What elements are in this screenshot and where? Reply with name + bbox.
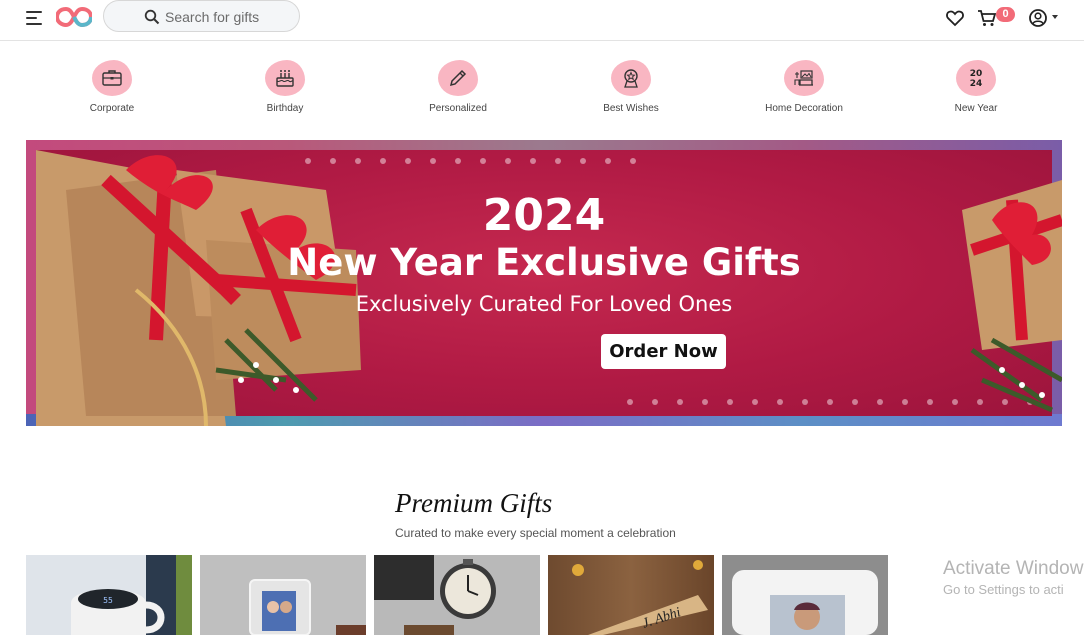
award-icon — [611, 60, 651, 96]
account-icon[interactable] — [1028, 8, 1048, 28]
category-label: Corporate — [89, 103, 135, 114]
banner-subtitle: Exclusively Curated For Loved Ones — [355, 292, 733, 316]
category-label: Personalized — [429, 103, 487, 114]
banner-year: 2024 — [482, 190, 606, 241]
category-best-wishes[interactable]: Best Wishes — [571, 55, 691, 114]
account-dropdown-caret-icon[interactable] — [1052, 15, 1058, 19]
section-title: Premium Gifts — [395, 488, 553, 518]
search-icon — [144, 9, 160, 25]
product-image — [200, 555, 366, 635]
category-home-decoration[interactable]: Home Decoration — [744, 55, 864, 114]
category-new-year[interactable]: 20 24 New Year — [916, 55, 1036, 114]
watermark-line-2: Go to Settings to acti — [943, 582, 1064, 597]
product-image: J. Abhi — [548, 555, 714, 635]
category-birthday[interactable]: Birthday — [225, 55, 345, 114]
category-label: Birthday — [266, 103, 304, 114]
wishlist-heart-icon[interactable] — [945, 8, 965, 28]
search-bar[interactable]: Search for gifts — [103, 0, 300, 32]
product-card-pocket-watch[interactable] — [374, 555, 540, 635]
cart-icon[interactable] — [977, 8, 997, 28]
briefcase-icon — [92, 60, 132, 96]
hamburger-menu-icon[interactable] — [26, 11, 46, 29]
brand-logo[interactable] — [56, 6, 92, 28]
watermark-line-1: Activate Window — [943, 558, 1084, 579]
category-personalized[interactable]: Personalized — [398, 55, 518, 114]
svg-text:24: 24 — [970, 79, 983, 89]
category-label: Best Wishes — [603, 103, 659, 114]
search-placeholder: Search for gifts — [165, 9, 260, 25]
2024-icon: 20 24 — [956, 60, 996, 96]
order-now-button[interactable]: Order Now — [601, 334, 726, 369]
pencil-icon — [438, 60, 478, 96]
home-decor-icon — [784, 60, 824, 96]
hero-banner[interactable]: 2024 New Year Exclusive Gifts Exclusivel… — [26, 140, 1062, 426]
product-card-acrylic-photo-frame[interactable] — [200, 555, 366, 635]
product-image: 55 — [26, 555, 192, 635]
product-card-wooden-name-plate[interactable]: J. Abhi — [548, 555, 714, 635]
svg-text:55: 55 — [103, 596, 113, 605]
category-label: New Year — [954, 103, 998, 114]
category-label: Home Decoration — [765, 103, 843, 114]
product-card-photo-cushion[interactable] — [722, 555, 888, 635]
category-corporate[interactable]: Corporate — [52, 55, 172, 114]
category-strip: Corporate Birthday Personalized Best Wis… — [26, 55, 1062, 119]
cake-icon — [265, 60, 305, 96]
product-image — [374, 555, 540, 635]
product-image — [722, 555, 888, 635]
top-header: Search for gifts 0 — [0, 0, 1084, 41]
cart-count-badge: 0 — [996, 7, 1015, 22]
section-subtitle: Curated to make every special moment a c… — [395, 526, 676, 540]
windows-activation-watermark: Activate Window Go to Settings to acti — [943, 558, 1083, 597]
banner-title: New Year Exclusive Gifts — [287, 241, 801, 284]
svg-text:20: 20 — [970, 69, 983, 79]
product-card-smart-mug[interactable]: 55 — [26, 555, 192, 635]
